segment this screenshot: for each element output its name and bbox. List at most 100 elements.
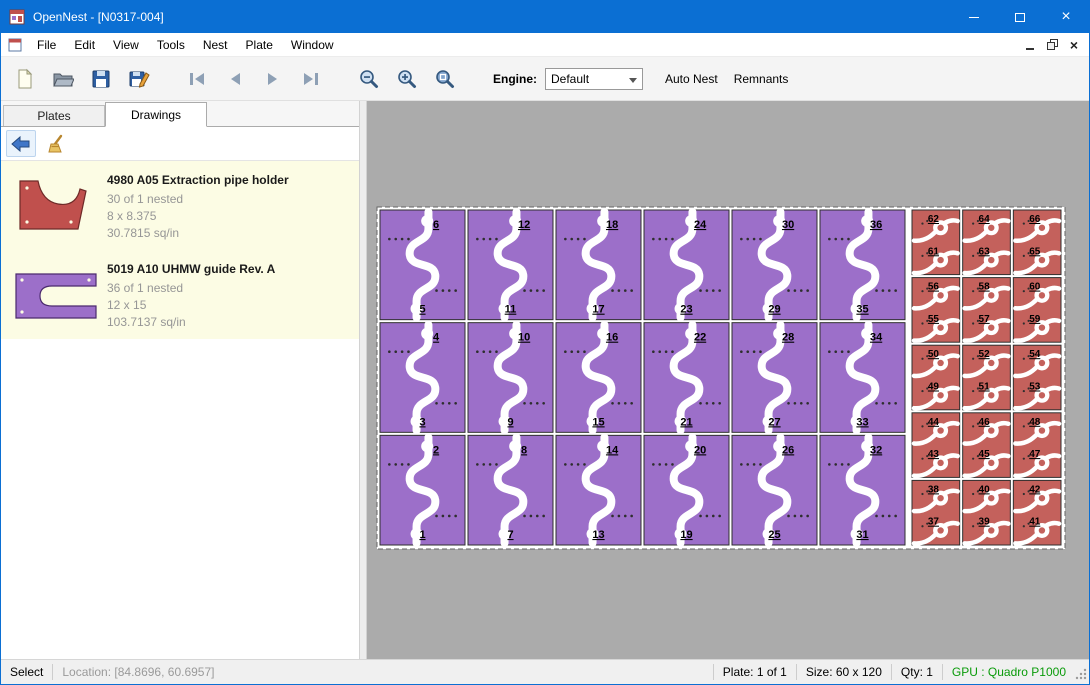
purple-part-pair[interactable]: 2019 <box>644 435 729 545</box>
purple-part-pair[interactable]: 3433 <box>820 323 905 433</box>
svg-text:33: 33 <box>856 416 868 428</box>
document-icon <box>8 38 22 52</box>
red-part-pair[interactable]: 5049 <box>912 345 960 410</box>
red-part-pair[interactable]: 6463 <box>963 210 1011 275</box>
red-part-pair[interactable]: 5251 <box>963 345 1011 410</box>
purple-part-pair[interactable]: 1817 <box>556 210 641 320</box>
svg-text:57: 57 <box>979 314 991 325</box>
svg-text:66: 66 <box>1029 214 1041 225</box>
engine-select[interactable]: Default <box>545 68 643 90</box>
zoom-out-icon <box>358 68 380 90</box>
zoom-in-icon <box>396 68 418 90</box>
purple-part-pair[interactable]: 2625 <box>732 435 817 545</box>
svg-text:18: 18 <box>606 219 618 231</box>
close-button[interactable]: × <box>1043 1 1089 33</box>
resize-grip[interactable] <box>1075 662 1089 682</box>
maximize-button[interactable] <box>997 1 1043 33</box>
mdi-minimize-button[interactable] <box>1019 35 1041 55</box>
menu-bar: File Edit View Tools Nest Plate Window × <box>1 33 1089 57</box>
nest-canvas[interactable]: 6512111817242330293635431091615222128273… <box>367 101 1089 659</box>
purple-part-pair[interactable]: 2221 <box>644 323 729 433</box>
gpu-indicator: GPU : Quadro P1000 <box>943 665 1075 679</box>
list-item[interactable]: 4980 A05 Extraction pipe holder 30 of 1 … <box>1 161 359 250</box>
svg-text:3: 3 <box>419 416 425 428</box>
next-plate-button[interactable] <box>257 62 289 96</box>
drawings-list: 4980 A05 Extraction pipe holder 30 of 1 … <box>1 161 359 339</box>
red-part-pair[interactable]: 4645 <box>963 413 1011 478</box>
purple-part-pair[interactable]: 3029 <box>732 210 817 320</box>
main-area: Plates Drawings <box>1 101 1089 659</box>
remnants-button[interactable]: Remnants <box>734 72 789 86</box>
close-icon: × <box>1061 9 1070 25</box>
purple-part-pair[interactable]: 3231 <box>820 435 905 545</box>
send-to-nest-button[interactable] <box>6 130 36 157</box>
auto-nest-button[interactable]: Auto Nest <box>665 72 718 86</box>
svg-text:64: 64 <box>979 214 991 225</box>
red-part-pair[interactable]: 5453 <box>1013 345 1061 410</box>
panel-splitter[interactable] <box>359 101 367 659</box>
previous-plate-button[interactable] <box>219 62 251 96</box>
last-plate-button[interactable] <box>295 62 327 96</box>
mdi-restore-button[interactable] <box>1041 35 1063 55</box>
blue-arrow-left-icon <box>11 136 31 152</box>
red-part-pair[interactable]: 6665 <box>1013 210 1061 275</box>
purple-part-pair[interactable]: 2423 <box>644 210 729 320</box>
menu-tools[interactable]: Tools <box>148 34 194 56</box>
red-part-pair[interactable]: 5655 <box>912 278 960 343</box>
red-part-pair[interactable]: 4241 <box>1013 480 1061 545</box>
svg-text:54: 54 <box>1029 349 1041 360</box>
purple-part-pair[interactable]: 14 13 <box>556 435 641 545</box>
red-part-pair[interactable]: 4039 <box>963 480 1011 545</box>
zoom-out-button[interactable] <box>353 62 385 96</box>
plate-view[interactable]: 6512111817242330293635431091615222128273… <box>367 101 1089 659</box>
first-plate-button[interactable] <box>181 62 213 96</box>
menu-window[interactable]: Window <box>282 34 343 56</box>
zoom-fit-button[interactable] <box>429 62 461 96</box>
main-toolbar: Engine: Default Auto Nest Remnants <box>1 57 1089 101</box>
red-part-pair[interactable]: 6261 <box>912 210 960 275</box>
red-part-pair[interactable]: 3837 <box>912 480 960 545</box>
purple-part-pair[interactable]: 109 <box>468 323 553 433</box>
svg-text:14: 14 <box>606 444 619 456</box>
menu-edit[interactable]: Edit <box>65 34 104 56</box>
open-button[interactable] <box>47 62 79 96</box>
zoom-in-button[interactable] <box>391 62 423 96</box>
purple-part-pair[interactable]: 3635 <box>820 210 905 320</box>
next-arrow-icon <box>262 68 284 90</box>
save-as-button[interactable] <box>123 62 155 96</box>
purple-part-pair[interactable]: 1211 <box>468 210 553 320</box>
tab-drawings[interactable]: Drawings <box>105 102 207 127</box>
list-item[interactable]: 5019 A10 UHMW guide Rev. A 36 of 1 neste… <box>1 250 359 339</box>
purple-part-pair[interactable]: 2827 <box>732 323 817 433</box>
part-thumbnail <box>5 169 107 242</box>
svg-text:36: 36 <box>870 219 882 231</box>
svg-text:51: 51 <box>979 382 991 393</box>
svg-text:55: 55 <box>928 314 940 325</box>
red-part-pair[interactable]: 4443 <box>912 413 960 478</box>
mdi-close-button[interactable]: × <box>1063 35 1085 55</box>
grip-dots-icon <box>1075 668 1087 680</box>
tab-plates[interactable]: Plates <box>3 105 105 126</box>
purple-part-pair[interactable]: 87 <box>468 435 553 545</box>
red-part-pair[interactable]: 5857 <box>963 278 1011 343</box>
save-button[interactable] <box>85 62 117 96</box>
svg-text:15: 15 <box>592 416 604 428</box>
svg-text:26: 26 <box>782 444 794 456</box>
menu-file[interactable]: File <box>28 34 65 56</box>
new-button[interactable] <box>9 62 41 96</box>
purple-part-pair[interactable]: 65 <box>380 210 465 320</box>
svg-text:28: 28 <box>782 332 794 344</box>
part-thumbnail <box>5 258 107 331</box>
purple-part-pair[interactable]: 21 <box>380 435 465 545</box>
red-part-pair[interactable]: 6059 <box>1013 278 1061 343</box>
menu-plate[interactable]: Plate <box>237 34 282 56</box>
red-part-pair[interactable]: 4847 <box>1013 413 1061 478</box>
purple-part-pair[interactable]: 1615 <box>556 323 641 433</box>
minimize-button[interactable] <box>951 1 997 33</box>
clear-button[interactable] <box>42 130 72 157</box>
purple-part-pair[interactable]: 43 <box>380 323 465 433</box>
svg-text:13: 13 <box>592 529 604 541</box>
svg-text:50: 50 <box>928 349 940 360</box>
menu-view[interactable]: View <box>104 34 148 56</box>
menu-nest[interactable]: Nest <box>194 34 237 56</box>
